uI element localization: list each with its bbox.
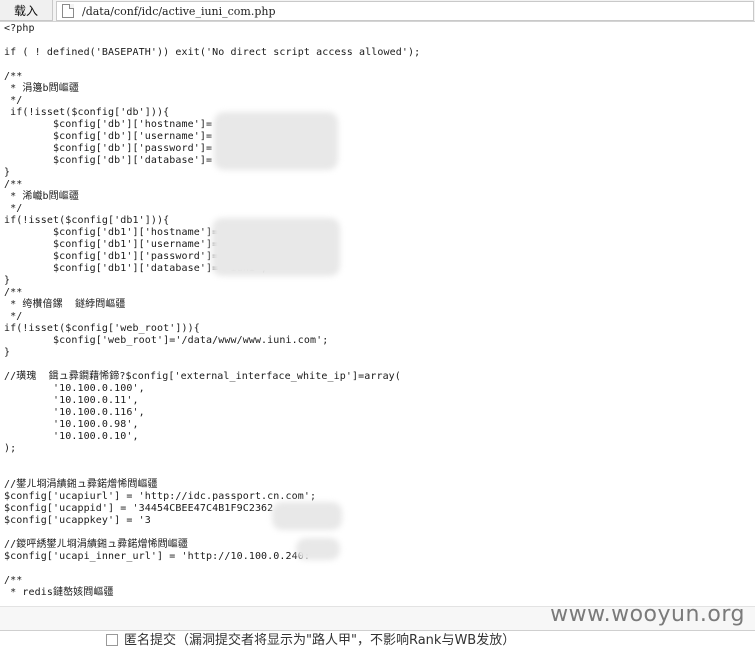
code-line: '10.100.0.116', (4, 407, 145, 418)
code-line: $config['db1']['username']= (4, 239, 219, 250)
code-line: '10.100.0.100', (4, 383, 145, 394)
code-line: $config['db1']['database']= 'iuni'; (4, 263, 268, 274)
code-line: */ (4, 95, 23, 106)
code-line: */ (4, 203, 23, 214)
code-line: $config['db']['hostname']= '10.100.0.250 (4, 119, 298, 130)
code-line: } (4, 347, 11, 358)
code-line: '10.100.0.11', (4, 395, 139, 406)
code-line: //鍐呯綉鐢ㄦ埛涓績鎺ュ彛鍩熷悕閰嶇疆 (4, 539, 188, 550)
code-line: $config['db']['password']= ' (4, 143, 225, 154)
code-line: */ (4, 311, 23, 322)
file-path[interactable]: /data/conf/idc/active_iuni_com.php (82, 5, 276, 18)
code-line: $config['ucappkey'] = '3 (4, 515, 151, 526)
code-line: if(!isset($config['web_root'])){ (4, 323, 200, 334)
code-line: if(!isset($config['db'])){ (4, 107, 170, 118)
code-line: <?php (4, 23, 35, 34)
code-line: * 绔欑偣鏍 鐩綍閰嶇疆 (4, 299, 126, 310)
code-view: <?php if ( ! defined('BASEPATH')) exit('… (4, 23, 752, 599)
code-line: //鐢ㄦ埛涓績鎺ュ彛鍩熷悕閰嶇疆 (4, 479, 158, 490)
code-line: $config['ucapiurl'] = 'http://idc.passpo… (4, 491, 317, 502)
redaction-blur (212, 218, 340, 276)
code-line: /** (4, 179, 23, 190)
anonymous-submit-row: 匿名提交（漏洞提交者将显示为"路人甲"，不影响Rank与WB发放） (0, 630, 755, 647)
code-line: $config['ucappid'] = '34454CBEE47C4B1F9C… (4, 503, 274, 514)
code-line: * 涓籩b閰嶇疆 (4, 83, 79, 94)
watermark: www.wooyun.org (550, 602, 745, 627)
code-line: $config['web_root']='/data/www/www.iuni.… (4, 335, 329, 346)
code-line: } (4, 275, 11, 286)
code-line: $config['db1']['hostname']= '10.100.0.25… (4, 227, 304, 238)
code-line: } (4, 167, 11, 178)
code-line: * redis鏈嶅姟閰嶇疆 (4, 587, 114, 598)
redaction-blur (296, 538, 340, 560)
load-button[interactable]: 载入 (0, 0, 53, 21)
anonymous-checkbox[interactable] (106, 634, 118, 646)
code-line: //璜瑰 鍓ュ彛鐧藉悕鍗?$config['external_interface… (4, 371, 401, 382)
code-line: '10.100.0.10', (4, 431, 139, 442)
code-line: $config['db1']['password']= (4, 251, 219, 262)
code-line: ); (4, 443, 17, 454)
code-line: $config['db']['username']= ' (4, 131, 225, 142)
address-toolbar: 载入 /data/conf/idc/active_iuni_com.php (0, 0, 755, 22)
anonymous-label: 匿名提交（漏洞提交者将显示为"路人甲"，不影响Rank与WB发放） (124, 633, 516, 647)
redaction-blur (214, 112, 338, 170)
code-line: if(!isset($config['db1'])){ (4, 215, 170, 226)
file-icon (62, 4, 74, 18)
code-line: if ( ! defined('BASEPATH')) exit('No dir… (4, 47, 421, 58)
code-line: '10.100.0.98', (4, 419, 139, 430)
code-line: /** (4, 575, 23, 586)
url-bar[interactable]: /data/conf/idc/active_iuni_com.php (56, 1, 754, 21)
code-line: * 浠巇b閰嶇疆 (4, 191, 79, 202)
redaction-blur (272, 502, 342, 530)
code-line: /** (4, 287, 23, 298)
code-line: $config['db']['database']= ' (4, 155, 225, 166)
code-line: /** (4, 71, 23, 82)
code-line: $config['ucapi_inner_url'] = 'http://10.… (4, 551, 311, 562)
